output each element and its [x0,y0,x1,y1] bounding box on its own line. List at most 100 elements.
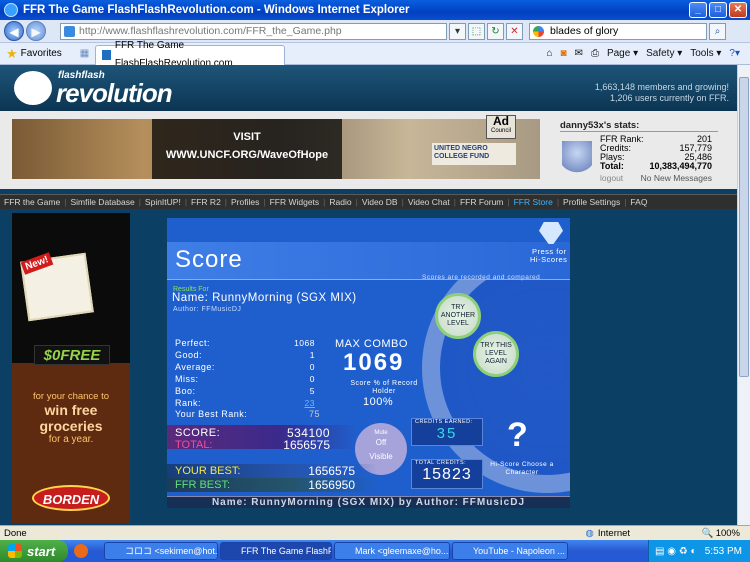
scrollbar-thumb[interactable] [739,77,749,377]
mute-label: Mute [374,430,388,436]
compat-view-button[interactable]: ⬚ [468,22,485,40]
nav-item-spinitup[interactable]: SpinItUP! [141,195,185,209]
your-best-rank: Your Best Rank: 75 [175,409,320,419]
total-credits-box: TOTAL CREDITS: 15823 [411,459,483,489]
judge-row: Good: 1 [175,349,315,361]
close-button[interactable]: ✕ [729,2,747,18]
try-another-label: TRY ANOTHER LEVEL [440,304,476,327]
rss-icon[interactable]: ◙ [561,48,567,59]
judge-label: Boo: [175,386,196,396]
character-question-icon[interactable]: ? [507,416,528,455]
judge-stats: Perfect: 1068 Good: 1 Average: 0 Miss: 0 Boo: 5 Ra… [175,337,315,409]
status-bar: Done ◍ Internet 🔍 100% [0,525,750,540]
song-footer-text: Name: RunnyMorning (SGX MIX) by Author: … [211,497,526,508]
messages-status[interactable]: No New Messages [641,173,712,183]
judge-row: Rank: 23 [175,397,315,409]
try-again-button[interactable]: TRY THIS LEVEL AGAIN [473,331,519,377]
nav-item-video-chat[interactable]: Video Chat [404,195,454,209]
refresh-button[interactable]: ↻ [487,22,504,40]
grocery-ad[interactable]: New! $0FREE for your chance to win free … [12,213,130,523]
score-pct-value: 100% [363,396,394,408]
address-bar: ◀ ▶ http://www.flashflashrevolution.com/… [0,20,750,43]
credits-earned-value: 35 [436,425,458,442]
avatar[interactable] [562,141,592,181]
tools-menu[interactable]: Tools ▾ [690,48,721,59]
nav-item-ffr-r2[interactable]: FFR R2 [187,195,225,209]
nav-item-profile-settings[interactable]: Profile Settings [559,195,624,209]
judge-label: Average: [175,362,215,372]
judge-value[interactable]: 23 [305,398,315,408]
nav-item-ffr-the-game[interactable]: FFR the Game [0,195,64,209]
try-another-level-button[interactable]: TRY ANOTHER LEVEL [435,293,481,339]
online-text: 1,206 users currently on FFR. [609,93,729,103]
ad-line-4: for a year. [48,434,94,445]
try-again-label: TRY THIS LEVEL AGAIN [480,342,512,365]
judge-label: Perfect: [175,338,211,348]
taskbar-item[interactable]: FFR The Game FlashF... [220,542,332,560]
home-icon[interactable]: ⌂ [546,48,552,59]
site-logo[interactable]: revolution [56,78,173,109]
judge-value: 0 [309,374,315,384]
banner-visit: VISIT [233,131,261,143]
logout-link[interactable]: logout [600,173,623,183]
favorites-button[interactable]: Favorites [21,48,62,59]
quick-tabs-icon[interactable]: ▦ [80,48,89,59]
start-label: start [27,543,56,559]
tab-favicon [102,50,111,60]
nav-item-ffr-store[interactable]: FFR Store [510,195,557,209]
vertical-scrollbar[interactable] [737,65,750,525]
address-dropdown-button[interactable]: ▾ [449,22,466,40]
search-input[interactable]: blades of glory [529,22,707,40]
stats-value: 10,383,494,770 [649,161,712,171]
nav-item-radio[interactable]: Radio [325,195,355,209]
maximize-button[interactable]: □ [709,2,727,18]
minimize-button[interactable]: _ [689,2,707,18]
main-content: New! $0FREE for your chance to win free … [0,209,737,525]
your-best-rank-label: Your Best Rank: [175,409,248,419]
search-button[interactable]: ⌕ [709,22,726,40]
judge-label: Rank: [175,398,202,408]
ad-line-2: win free [44,402,98,418]
choose-character-label[interactable]: Hi-Score Choose a Character [489,461,555,477]
start-button[interactable]: start [0,540,68,562]
free-badge: $0FREE [34,345,110,365]
game-score-screen: Score Press for Hi-Scores Scores are rec… [167,218,570,508]
total-value: 1656575 [283,438,330,452]
print-icon[interactable]: ⎙ [591,48,599,59]
browser-tab[interactable]: FFR The Game FlashFlashRevolution.com [95,40,286,69]
nav-item-simfile-database[interactable]: Simfile Database [66,195,138,209]
taskbar-item[interactable]: YouTube - Napoleon ... [452,542,568,560]
mute-value: Off [375,438,387,447]
tray-icons[interactable]: ▤ ◉ ♻ ◐ [655,546,697,557]
judge-row: Average: 0 [175,361,315,373]
mail-icon[interactable]: ✉ [575,48,583,59]
favorites-star-icon: ★ [6,45,18,61]
ffr-logo-icon[interactable] [14,71,52,105]
nav-item-video-db[interactable]: Video DB [358,195,402,209]
taskbar-item[interactable]: Mark <gleemaxe@ho... [334,542,450,560]
song-author: Author: FFMusicDJ [173,306,242,313]
page-menu[interactable]: Page ▾ [607,48,638,59]
banner-text-box[interactable]: VISIT WWW.UNCF.ORG/WaveOfHope [152,119,342,179]
stats-footer: logout No New Messages [600,173,712,183]
nav-item-ffr-forum[interactable]: FFR Forum [456,195,507,209]
stop-button[interactable]: ✕ [506,22,523,40]
credits-earned-box: CREDITS EARNED: 35 [411,418,483,446]
hiscores-label[interactable]: Hi-Scores [530,255,567,264]
taskbar-item[interactable]: コロコ <sekimen@hot... [104,542,218,560]
zoom-icon[interactable]: 🔍 [702,528,714,539]
firefox-quicklaunch-icon[interactable] [74,544,88,558]
ie-icon [4,3,18,17]
forward-button[interactable]: ▶ [26,21,46,41]
safety-menu[interactable]: Safety ▾ [646,48,682,59]
nav-item-profiles[interactable]: Profiles [227,195,263,209]
ad-line-1: for your chance to [32,391,110,402]
nav-item-faq[interactable]: FAQ [626,195,651,209]
hiscore-icon[interactable] [539,222,563,244]
help-icon[interactable]: ?▾ [729,48,740,59]
zoom-level[interactable]: 100% [716,528,740,539]
back-button[interactable]: ◀ [4,21,24,41]
nav-item-ffr-widgets[interactable]: FFR Widgets [266,195,324,209]
total-row: TOTAL: 1656575 [175,438,330,452]
title-bar: FFR The Game FlashFlashRevolution.com - … [0,0,750,20]
